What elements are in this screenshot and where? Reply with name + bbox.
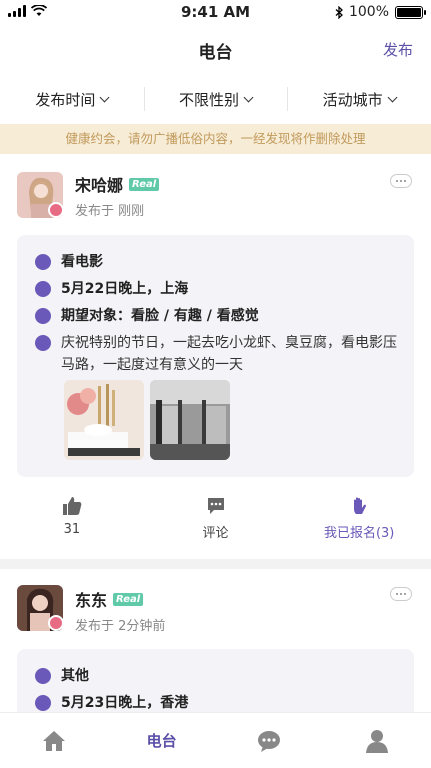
desc-row: 庆祝特别的节日，一起去吃小龙虾、臭豆腐，看电影压马路，一起度过有意义的一天 <box>35 332 401 376</box>
activity-row: 看电影 <box>35 251 103 273</box>
nav-bar: 电台 发布 <box>0 24 431 74</box>
chevron-down-icon <box>243 92 254 102</box>
name-row: 宋哈娜 Real <box>75 172 160 196</box>
post-actions: 31 评论 我已报名(3) <box>0 496 431 556</box>
real-badge: Real <box>113 592 144 606</box>
publish-button[interactable]: 发布 <box>383 39 413 60</box>
signup-label: 我已报名(3) <box>323 526 395 541</box>
activity-detail[interactable]: 其他 5月23日晚上，香港 <box>17 649 414 712</box>
activity-detail[interactable]: 看电影 5月22日晚上，上海 期望对象：看脸 / 有趣 / 看感觉 庆祝特别的节… <box>17 235 414 477</box>
chevron-down-icon <box>99 92 110 102</box>
flag-icon <box>35 668 51 684</box>
tab-messages[interactable] <box>216 713 324 768</box>
photo-thumbnail[interactable] <box>150 380 230 460</box>
clock-icon <box>35 281 51 297</box>
heart-icon <box>35 308 51 324</box>
status-bar: 9:41 AM 100% <box>0 0 431 24</box>
post-card: 东东 Real 发布于 2分钟前 其他 5月23日晚上，香港 <box>0 569 431 712</box>
profile-icon <box>366 729 389 753</box>
filter-bar: 发布时间 不限性别 活动城市 <box>0 76 431 122</box>
filter-gender[interactable]: 不限性别 <box>143 76 288 122</box>
post-card: 宋哈娜 Real 发布于 刚刚 看电影 5月22日晚上，上海 期望对象：看脸 /… <box>0 154 431 559</box>
divider <box>0 559 431 569</box>
mic-badge-icon <box>48 615 64 631</box>
photo-thumbnail[interactable] <box>64 380 144 460</box>
more-icon[interactable] <box>390 174 412 188</box>
activity-type: 看电影 <box>61 254 103 270</box>
status-right: 100% <box>335 4 426 20</box>
posted-time: 发布于 2分钟前 <box>75 619 166 634</box>
chat-icon <box>258 730 281 752</box>
tab-bar: 电台 <box>0 712 431 768</box>
activity-row: 其他 <box>35 665 89 687</box>
hand-icon <box>354 497 367 514</box>
filter-city[interactable]: 活动城市 <box>287 76 431 122</box>
filter-publish-time[interactable]: 发布时间 <box>0 76 144 122</box>
thumbs-up-icon <box>62 497 82 515</box>
time-place: 5月22日晚上，上海 <box>61 281 189 297</box>
tab-radio[interactable]: 电台 <box>108 713 216 768</box>
user-name[interactable]: 宋哈娜 <box>75 172 123 196</box>
home-icon <box>42 730 65 751</box>
description: 庆祝特别的节日，一起去吃小龙虾、臭豆腐，看电影压马路，一起度过有意义的一天 <box>61 335 397 373</box>
clock-icon <box>35 695 51 711</box>
time-place: 5月23日晚上，香港 <box>61 695 189 711</box>
like-button[interactable]: 31 <box>0 496 144 556</box>
comment-icon <box>207 498 224 514</box>
time-row: 5月22日晚上，上海 <box>35 278 188 300</box>
page-title: 电台 <box>198 43 233 63</box>
expectation: 期望对象：看脸 / 有趣 / 看感觉 <box>61 308 259 324</box>
battery-icon <box>395 5 426 19</box>
mic-badge-icon <box>48 202 64 218</box>
posted-time: 发布于 刚刚 <box>75 204 145 219</box>
name-row: 东东 Real <box>75 587 144 611</box>
comment-button[interactable]: 评论 <box>144 496 288 556</box>
activity-type: 其他 <box>61 668 89 684</box>
more-icon[interactable] <box>390 587 412 601</box>
like-count: 31 <box>63 522 81 537</box>
expect-row: 期望对象：看脸 / 有趣 / 看感觉 <box>35 305 259 327</box>
filter-label: 不限性别 <box>179 90 240 109</box>
comment-label: 评论 <box>202 526 229 541</box>
filter-label: 发布时间 <box>35 90 96 109</box>
signup-button[interactable]: 我已报名(3) <box>287 496 431 556</box>
notice-banner: 健康约会，请勿广播低俗内容，一经发现将作删除处理 <box>0 124 431 154</box>
tab-profile[interactable] <box>323 713 431 768</box>
bluetooth-icon <box>335 5 343 19</box>
user-name[interactable]: 东东 <box>75 587 107 611</box>
time-row: 5月23日晚上，香港 <box>35 692 188 712</box>
chat-bubble-icon <box>35 335 51 351</box>
chevron-down-icon <box>387 92 398 102</box>
tab-home[interactable] <box>0 713 108 768</box>
flag-icon <box>35 254 51 270</box>
filter-label: 活动城市 <box>322 90 383 109</box>
real-badge: Real <box>129 177 160 191</box>
battery-percent: 100% <box>348 4 389 20</box>
